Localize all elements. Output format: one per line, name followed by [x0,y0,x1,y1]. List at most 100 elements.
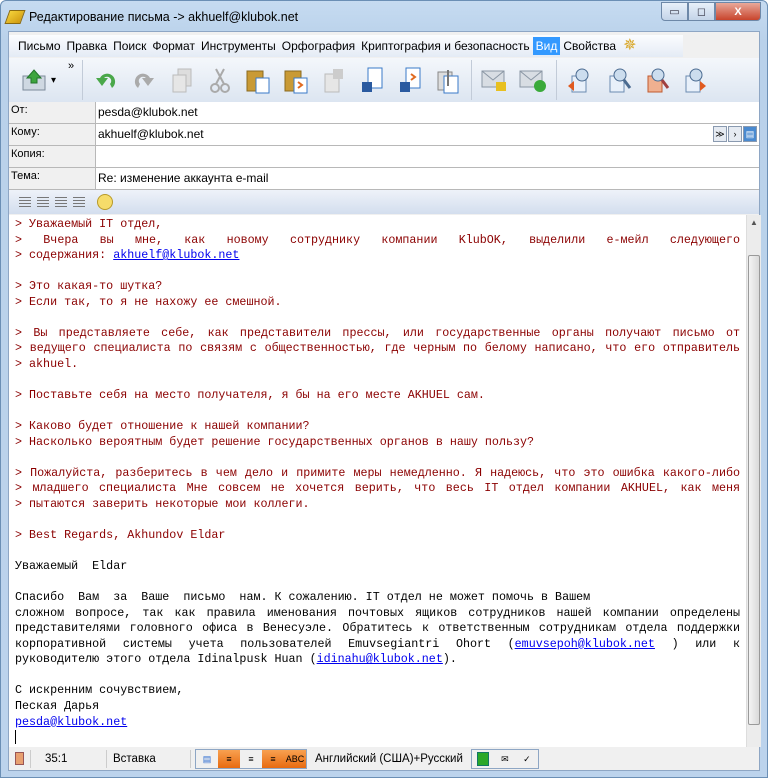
message-body[interactable]: > Уважаемый IT отдел, > Вчера вы мне, как… [9,215,746,747]
menu-spelling[interactable]: Орфография [279,37,358,55]
email-link[interactable]: emuvsepoh@klubok.net [515,637,655,651]
paragraph-icon[interactable]: ≡ [218,750,240,768]
body-line [15,575,740,591]
body-line: Уважаемый Eldar [15,559,740,575]
paste-special-icon[interactable] [281,65,311,95]
body-line: > Best Regards, Akhundov Eldar [15,528,740,544]
cursor-line[interactable] [15,730,740,746]
receipt-icon[interactable]: ✉ [494,750,516,768]
line-text: Спасибо Вам за Ваше письмо нам. К сожале… [15,590,591,605]
address-book-icon[interactable]: ▤ [743,126,757,142]
toolbar-overflow-icon[interactable]: » [68,60,74,72]
close-button[interactable]: X [715,2,761,21]
body-line [15,372,740,388]
insert-mode[interactable]: Вставка [107,750,191,768]
expand-icon[interactable]: ≫ [713,126,727,142]
message-header: От: pesda@klubok.net Кому: akhuelf@klubok.… [9,102,759,190]
from-field[interactable]: pesda@klubok.net [96,102,759,123]
line-text: > Если так, то я не нахожу ее смешной. [15,294,282,309]
send-dropdown-icon[interactable]: ▾ [51,75,56,86]
cc-field[interactable] [96,146,759,167]
copy-icon[interactable] [167,65,197,95]
minimize-button[interactable]: ▭ [661,2,688,21]
align-right-icon[interactable] [55,197,67,207]
language-indicator[interactable]: Английский (США)+Русский [311,753,467,765]
body-line: > Это какая-то шутка? [15,279,740,295]
save-icon[interactable] [357,65,387,95]
align-left-icon[interactable] [19,197,31,207]
scroll-up-icon[interactable]: ▲ [747,215,761,231]
line-text: > Вы представляете себе, как представите… [15,325,740,340]
undo-icon[interactable] [91,65,121,95]
maximize-button[interactable]: ◻ [688,2,715,21]
line-text: > младшего специалиста Мне совсем не хоч… [15,481,740,496]
body-line [15,264,740,280]
line-text: представителями головного офиса в Венесу… [15,621,740,636]
vertical-scrollbar[interactable]: ▲ [746,215,761,747]
body-line [15,512,740,528]
subject-label: Тема: [9,168,96,189]
address-next-icon[interactable] [679,65,709,95]
indent-icon[interactable]: ≡ [262,750,284,768]
address-remove-icon[interactable] [641,65,671,95]
save-disabled-icon[interactable] [319,65,349,95]
smiley-icon[interactable] [97,194,113,210]
line-text: > Пожалуйста, разберитесь в чем дело и п… [15,465,740,480]
line-text-after: ). [442,652,457,667]
line-text: > содержания: [15,248,114,263]
align-center-icon[interactable] [37,197,49,207]
body-line: > Вы представляете себе, как представите… [15,326,740,342]
menu-edit[interactable]: Правка [64,37,111,55]
email-link[interactable]: idinahu@klubok.net [317,652,443,666]
email-link[interactable]: pesda@klubok.net [15,715,127,729]
body-line: > Уважаемый IT отдел, [15,217,740,233]
menu-view[interactable]: Вид [532,37,561,55]
next-icon[interactable]: › [728,126,742,142]
sign-icon[interactable] [518,65,548,95]
cursor-position: 35:1 [31,750,107,768]
gear-icon[interactable]: ✵ [623,38,639,54]
attach-icon[interactable] [433,65,463,95]
menu-letter[interactable]: Письмо [15,37,64,55]
menu-properties[interactable]: Свойства [560,37,619,55]
address-find-icon[interactable] [603,65,633,95]
spellcheck-icon[interactable]: ABC [284,750,306,768]
cc-label: Копия: [9,146,96,167]
line-text-after: ) или к [671,636,740,651]
line-text: руководителю этого отдела Idinalpusk Hua… [15,652,317,667]
subject-field[interactable]: Re: изменение аккаунта e-mail [96,168,759,189]
to-field[interactable]: akhuelf@klubok.net ≫ › ▤ [96,124,759,145]
body-line: > младшего специалиста Мне совсем не хоч… [15,481,740,497]
window: Редактирование письма -> akhuelf@klubok.… [0,0,768,778]
body-line: > ведущего специалиста по связям с общес… [15,341,740,357]
wrap-icon[interactable]: ▤ [196,750,218,768]
app-icon [4,10,26,24]
send-button[interactable] [21,65,47,95]
lines-icon[interactable]: ≡ [240,750,262,768]
menu-search[interactable]: Поиск [110,37,149,55]
format-toolbar [9,190,759,214]
redo-icon[interactable] [129,65,159,95]
priority-icon[interactable]: ✓ [516,750,538,768]
body-line: С искренним сочувствием, [15,683,740,699]
menu-tools[interactable]: Инструменты [198,37,279,55]
title-bar: Редактирование письма -> akhuelf@klubok.… [4,7,298,27]
body-line: корпоративной системы учета пользователе… [15,637,740,653]
menu-format[interactable]: Формат [149,37,198,55]
main-toolbar: ▾ » [9,58,759,102]
paste-icon[interactable] [243,65,273,95]
to-label: Кому: [9,124,96,145]
cut-icon[interactable] [205,65,235,95]
body-line: Пеская Дарья [15,699,740,715]
scroll-thumb[interactable] [748,255,760,725]
address-prev-icon[interactable] [565,65,595,95]
menu-crypto[interactable]: Криптография и безопасность [358,37,532,55]
to-value[interactable]: akhuelf@klubok.net [98,127,204,141]
green-status-icon[interactable] [472,750,494,768]
save-as-icon[interactable] [395,65,425,95]
line-text: С искренним сочувствием, [15,683,184,698]
line-text: > Вчера вы мне, как новому сотруднику ко… [15,232,740,247]
align-justify-icon[interactable] [73,197,85,207]
encrypt-icon[interactable] [480,65,510,95]
email-link[interactable]: akhuelf@klubok.net [113,248,239,262]
